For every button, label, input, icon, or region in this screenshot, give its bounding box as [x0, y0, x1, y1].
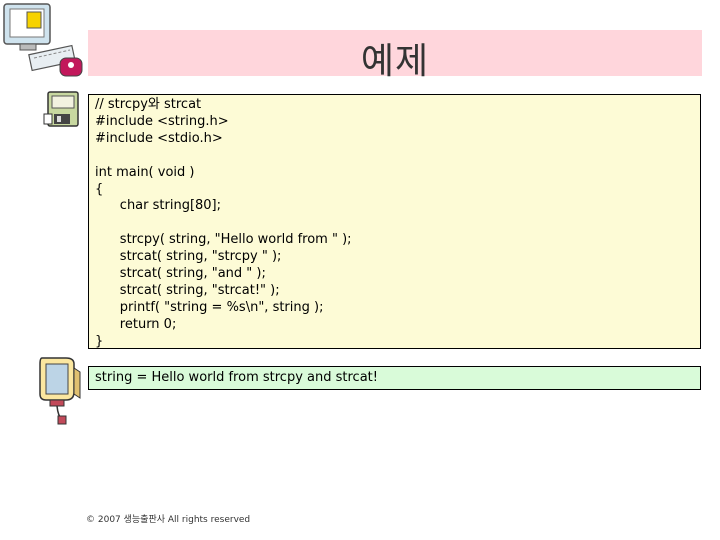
- code-line: {: [95, 181, 104, 197]
- code-block: // strcpy와 strcat #include <string.h> #i…: [88, 94, 701, 349]
- code-line: #include <string.h>: [95, 113, 229, 129]
- code-line: #include <stdio.h>: [95, 130, 223, 146]
- code-line: // strcpy와 strcat: [95, 97, 202, 112]
- slide-title: 예제: [360, 41, 430, 82]
- copyright-footer: © 2007 생능출판사 All rights reserved: [86, 515, 251, 525]
- code-line: strcat( string, "strcpy " );: [95, 249, 282, 265]
- output-text: string = Hello world from strcpy and str…: [95, 370, 378, 385]
- floppy-disk-icon: [43, 91, 79, 127]
- code-line: strcpy( string, "Hello world from " );: [95, 232, 352, 248]
- code-text: // strcpy와 strcat #include <string.h> #i…: [95, 97, 700, 351]
- title-banner: 예제: [88, 30, 702, 82]
- computer-icon: [3, 3, 83, 77]
- monitor-icon: [39, 357, 81, 425]
- code-line: int main( void ): [95, 164, 195, 180]
- output-block: string = Hello world from strcpy and str…: [88, 366, 701, 390]
- code-line: return 0;: [95, 316, 177, 332]
- code-line: char string[80];: [95, 198, 222, 214]
- code-line: }: [95, 333, 104, 349]
- code-line: strcat( string, "strcat!" );: [95, 282, 280, 298]
- code-line: printf( "string = %s\n", string );: [95, 299, 324, 315]
- code-line: strcat( string, "and " );: [95, 266, 266, 282]
